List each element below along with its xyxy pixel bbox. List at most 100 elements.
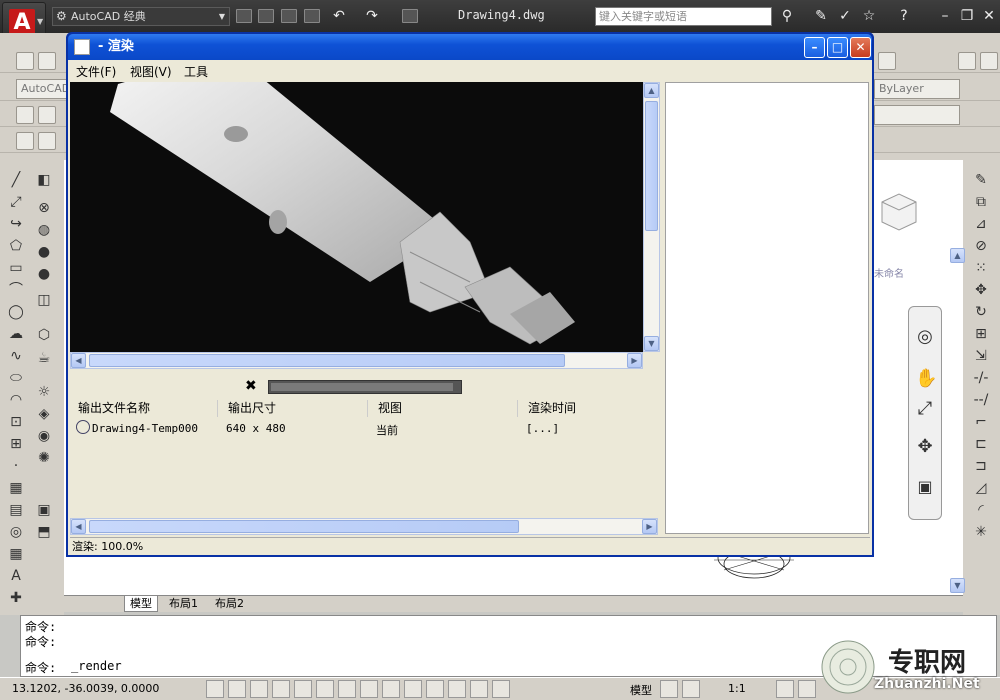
zoom-icon[interactable]: ⤢	[915, 399, 935, 419]
dim-style-icon[interactable]	[980, 52, 998, 70]
favorites-icon[interactable]: ☆	[860, 7, 878, 25]
polar-icon[interactable]	[294, 680, 312, 698]
menu-tools[interactable]: 工具	[184, 63, 208, 80]
linetype-combo[interactable]: ByLayer	[874, 79, 960, 99]
ellipse-icon[interactable]: ⬭	[6, 368, 26, 388]
workspace-selector[interactable]: ⚙ AutoCAD 经典 ▼	[52, 7, 230, 26]
scroll-right-icon[interactable]: ▶	[627, 353, 642, 368]
quick-properties-icon[interactable]	[470, 680, 488, 698]
menu-view[interactable]: 视图(V)	[130, 63, 172, 80]
line-icon[interactable]: ╱	[6, 170, 26, 190]
globe-icon[interactable]: ◍	[34, 220, 54, 240]
sphere-wire-icon[interactable]: ⊗	[34, 198, 54, 218]
stretch-icon[interactable]: ⇲	[971, 346, 991, 366]
scroll-left-icon[interactable]: ◀	[71, 353, 86, 368]
trim-icon[interactable]: -/-	[971, 368, 991, 388]
annotation-scale[interactable]: 1:1	[728, 682, 746, 695]
viewcube[interactable]	[874, 188, 924, 238]
region-icon[interactable]: ◎	[6, 522, 26, 542]
mtext-icon[interactable]: A	[6, 566, 26, 586]
construction-line-icon[interactable]: ⤢	[6, 192, 26, 212]
render-window-icon[interactable]: ▣	[34, 500, 54, 520]
print-icon[interactable]	[402, 9, 418, 23]
text-style-icon[interactable]	[958, 52, 976, 70]
communication-icon[interactable]: ✓	[836, 7, 854, 25]
3d-osnap-icon[interactable]	[338, 680, 356, 698]
menu-file[interactable]: 文件(F)	[76, 63, 116, 80]
minimize-button[interactable]: –	[804, 37, 825, 58]
move-icon[interactable]: ✥	[971, 280, 991, 300]
selection-cycling-icon[interactable]	[492, 680, 510, 698]
explode-icon[interactable]: ✳	[971, 522, 991, 542]
minimize-icon[interactable]: –	[936, 7, 954, 25]
scroll-up-icon[interactable]: ▲	[644, 83, 659, 98]
orbit-icon[interactable]: ✥	[915, 437, 935, 457]
row-output-size[interactable]: 640 x 480	[226, 422, 286, 435]
close-button[interactable]: ✕	[850, 37, 871, 58]
col-render-time[interactable]: 渲染时间	[528, 400, 658, 417]
rotate-icon[interactable]: ↻	[971, 302, 991, 322]
break-icon[interactable]: ⊏	[971, 434, 991, 454]
light-icon[interactable]: ☼	[34, 382, 54, 402]
snap-icon[interactable]	[228, 680, 246, 698]
row-output-name[interactable]: Drawing4-Temp000	[92, 422, 198, 435]
save-icon[interactable]	[281, 9, 297, 23]
revcloud-icon[interactable]: ☁	[6, 324, 26, 344]
cancel-render-icon[interactable]: ✖	[245, 378, 257, 394]
otrack-icon[interactable]	[360, 680, 378, 698]
render-window-title[interactable]: - 渲染	[68, 34, 872, 60]
scroll-right-icon[interactable]: ▶	[642, 519, 657, 534]
ducs-icon[interactable]	[382, 680, 400, 698]
showmotion-icon[interactable]: ▣	[915, 477, 935, 497]
insert-block-icon[interactable]: ⊡	[6, 412, 26, 432]
row-view[interactable]: 当前	[376, 422, 398, 438]
fillet-icon[interactable]: ◜	[971, 500, 991, 520]
col-view[interactable]: 视图	[378, 400, 518, 417]
gradient-icon[interactable]: ▤	[6, 500, 26, 520]
save-as-icon[interactable]	[304, 9, 320, 23]
realistic-sphere-icon[interactable]: ●	[34, 264, 54, 284]
spline-icon[interactable]: ∿	[6, 346, 26, 366]
environment-icon[interactable]: ◉	[34, 426, 54, 446]
scroll-thumb[interactable]	[89, 354, 565, 367]
polyline-icon[interactable]: ↪	[6, 214, 26, 234]
open-icon[interactable]	[38, 52, 56, 70]
osnap-icon[interactable]	[316, 680, 334, 698]
redo-icon[interactable]: ↷	[363, 7, 381, 25]
tab-layout1[interactable]: 布局1	[164, 596, 203, 612]
layout-viewport-icon[interactable]	[682, 680, 700, 698]
add-selected-icon[interactable]: ✚	[6, 588, 26, 608]
teapot-icon[interactable]: ☕	[34, 348, 54, 368]
circle-icon[interactable]: ◯	[6, 302, 26, 322]
box-icon[interactable]	[16, 132, 34, 150]
restore-icon[interactable]: ❐	[958, 7, 976, 25]
transparency-icon[interactable]	[448, 680, 466, 698]
break-point-icon[interactable]: ⌐	[971, 412, 991, 432]
maximize-button[interactable]: □	[827, 37, 848, 58]
dyn-icon[interactable]	[404, 680, 422, 698]
annotation-visibility-icon[interactable]	[776, 680, 794, 698]
render-window[interactable]: - 渲染 – □ ✕ 文件(F) 视图(V) 工具 ▲ ▼ ◀ ▶ ✖ 输出文件…	[66, 32, 874, 557]
join-icon[interactable]: ⊐	[971, 456, 991, 476]
mirror-icon[interactable]: ⊿	[971, 214, 991, 234]
hatch-icon[interactable]: ▦	[6, 478, 26, 498]
layout-icon[interactable]	[660, 680, 678, 698]
cube-icon[interactable]	[38, 132, 56, 150]
open-file-icon[interactable]	[258, 9, 274, 23]
point-icon[interactable]: ·	[6, 456, 26, 476]
chamfer-icon[interactable]: ◿	[971, 478, 991, 498]
infer-constraints-icon[interactable]	[206, 680, 224, 698]
scroll-thumb[interactable]	[89, 520, 519, 533]
steering-wheel-icon[interactable]: ◎	[915, 327, 935, 347]
col-output-size[interactable]: 输出尺寸	[228, 400, 368, 417]
search-input[interactable]: 键入关键字或短语	[595, 7, 772, 26]
color-combo[interactable]	[874, 105, 960, 125]
scroll-thumb[interactable]	[645, 101, 658, 231]
materials-icon[interactable]: ◈	[34, 404, 54, 424]
close-icon[interactable]: ✕	[980, 7, 998, 25]
visual-style-icon[interactable]: ◧	[34, 170, 54, 190]
scroll-up-icon[interactable]: ▲	[950, 248, 965, 263]
layer-icon[interactable]	[16, 106, 34, 124]
polygon-icon[interactable]: ⬠	[6, 236, 26, 256]
shaded-sphere-icon[interactable]: ●	[34, 242, 54, 262]
